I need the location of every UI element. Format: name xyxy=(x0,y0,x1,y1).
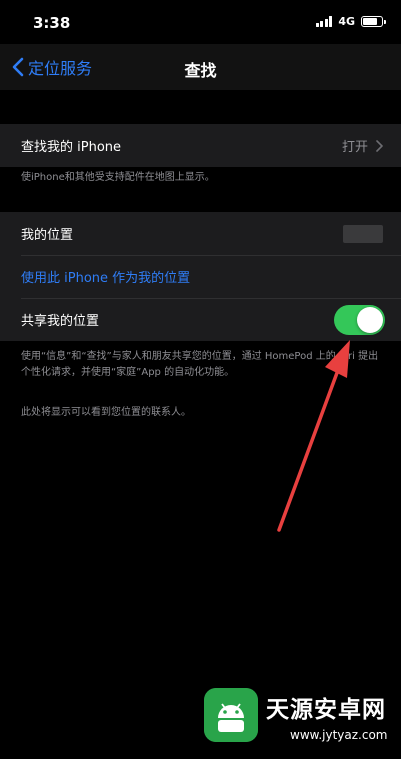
find-iphone-value: 打开 xyxy=(341,140,368,155)
status-bar: 3:38 4G xyxy=(0,0,401,44)
contacts-note: 此处将显示可以看到您位置的联系人。 xyxy=(21,407,191,418)
share-location-footnote: 使用“信息”和“查找”与家人和朋友共享您的位置，通过 HomePod 上的 Si… xyxy=(21,351,379,378)
share-location-label: 共享我的位置 xyxy=(21,314,100,329)
status-indicators: 4G xyxy=(315,15,386,28)
toggle-knob xyxy=(357,307,383,333)
use-iphone-link[interactable]: 使用此 iPhone 作为我的位置 xyxy=(21,267,190,286)
chevron-right-icon xyxy=(376,139,383,152)
redacted-value xyxy=(343,224,383,243)
my-location-row: 我的位置 xyxy=(0,212,401,255)
watermark-url: www.jytyaz.com xyxy=(290,728,388,742)
share-location-row: 共享我的位置 xyxy=(0,298,401,341)
watermark-title: 天源安卓网 xyxy=(266,697,386,723)
watermark: 天源安卓网 www.jytyaz.com xyxy=(198,686,398,752)
my-location-value xyxy=(343,212,383,255)
find-iphone-footnote: 使iPhone和其他受支持配件在地图上显示。 xyxy=(21,172,215,183)
battery-icon xyxy=(361,16,386,27)
page-title: 查找 xyxy=(184,61,217,80)
nav-bar: 定位服务 查找 xyxy=(0,44,401,90)
signal-icon xyxy=(315,16,333,27)
android-logo-icon xyxy=(204,688,258,742)
status-time: 3:38 xyxy=(33,14,71,32)
use-iphone-row[interactable]: 使用此 iPhone 作为我的位置 xyxy=(0,255,401,298)
find-iphone-status: 打开 xyxy=(342,124,383,167)
find-iphone-label: 查找我的 iPhone xyxy=(21,140,122,155)
network-type: 4G xyxy=(338,15,355,28)
my-location-label: 我的位置 xyxy=(21,228,74,243)
share-location-toggle[interactable] xyxy=(334,305,385,335)
find-iphone-row[interactable]: 查找我的 iPhone 打开 xyxy=(0,124,401,167)
find-iphone-group: 查找我的 iPhone 打开 xyxy=(0,124,401,167)
location-group: 我的位置 使用此 iPhone 作为我的位置 共享我的位置 xyxy=(0,212,401,341)
